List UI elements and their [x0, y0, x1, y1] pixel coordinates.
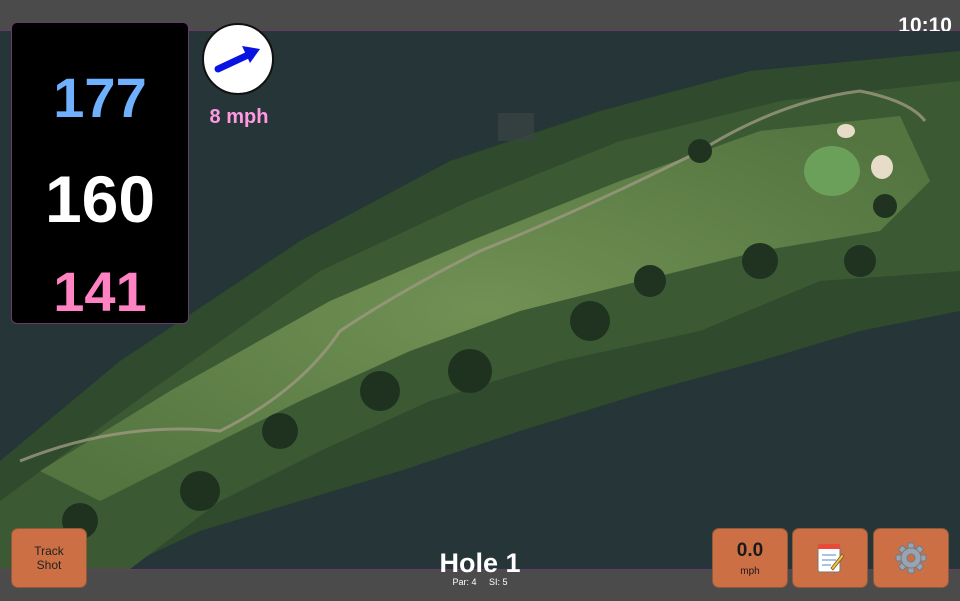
back-distance: 177: [53, 66, 147, 129]
speed-value: 0.0: [736, 539, 764, 561]
notepad-icon: [817, 544, 845, 573]
arrow-icon: [214, 46, 260, 73]
wind-speed: 8 mph: [209, 106, 269, 128]
wind-indicator: [202, 23, 274, 95]
hole-stroke-index: SI: 5: [489, 577, 508, 587]
hole-title: Hole 1: [439, 548, 521, 578]
gear-icon: [895, 542, 927, 574]
speed-unit: mph: [740, 565, 760, 577]
middle-distance: 160: [44, 162, 156, 236]
track-shot-label: Track Shot: [34, 544, 64, 572]
front-distance: 141: [53, 260, 147, 323]
speed-button[interactable]: 0.0 mph: [712, 528, 788, 588]
distance-panel: 177 160 141: [11, 22, 189, 324]
notes-button[interactable]: [792, 528, 868, 588]
track-shot-button[interactable]: Track Shot: [11, 528, 87, 588]
settings-button[interactable]: [873, 528, 949, 588]
hole-par: Par: 4: [452, 577, 477, 587]
hole-info: Par: 4 SI: 5: [380, 577, 580, 587]
